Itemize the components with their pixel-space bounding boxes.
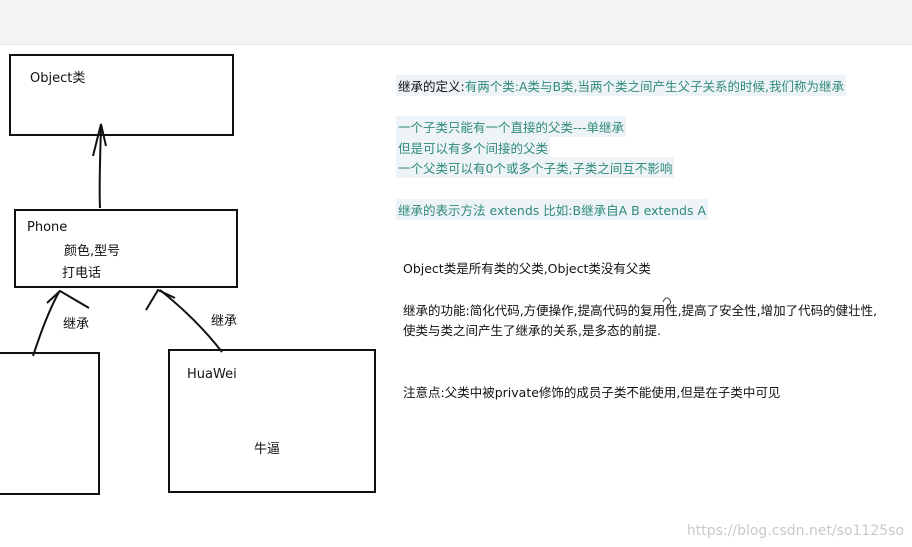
definition-body: 有两个类:A类与B类,当两个类之间产生父子关系的时候,我们称为继承 <box>464 79 845 94</box>
definition-prefix: 继承的定义: <box>398 79 465 94</box>
inheritance-definition: 继承的定义:有两个类:A类与B类,当两个类之间产生父子关系的时候,我们称为继承 <box>396 75 847 96</box>
inherit-label-right: 继承 <box>211 314 238 329</box>
extends-syntax-note: 继承的表示方法 extends 比如:B继承自A B extends A <box>396 199 708 220</box>
object-root-note: Object类是所有类的父类,Object类没有父类 <box>403 261 651 276</box>
inheritance-benefits-line-2: 使类与类之间产生了继承的关系,是多态的前提. <box>403 323 661 338</box>
object-class-title: Object类 <box>30 71 86 86</box>
huawei-class-note: 牛逼 <box>254 442 281 457</box>
single-inheritance-note: 一个子类只能有一个直接的父类---单继承 <box>396 116 627 137</box>
inherit-label-left: 继承 <box>63 317 90 332</box>
left-subclass-box <box>0 352 100 495</box>
huawei-class-title: HuaWei <box>187 367 237 382</box>
multiple-children-note: 一个父类可以有0个或多个子类,子类之间互不影响 <box>396 157 675 178</box>
inheritance-benefits-line-1: 继承的功能:简化代码,方便操作,提高代码的复用性,提高了安全性,增加了代码的健壮… <box>403 303 878 318</box>
phone-to-object-arrow <box>98 127 102 209</box>
indirect-parents-note: 但是可以有多个间接的父类 <box>396 137 551 158</box>
private-member-caution: 注意点:父类中被private修饰的成员子类不能使用,但是在子类中可见 <box>403 385 781 400</box>
screenshot-canvas: Object类 Phone 颜色,型号 打电话 继承 继承 HuaWei 牛逼 … <box>0 0 912 547</box>
left-to-phone-arrow <box>32 291 60 357</box>
phone-class-attributes: 颜色,型号 <box>64 244 121 259</box>
phone-class-title: Phone <box>27 220 68 235</box>
phone-class-method: 打电话 <box>62 266 102 281</box>
source-watermark: https://blog.csdn.net/so1125so <box>686 523 904 539</box>
